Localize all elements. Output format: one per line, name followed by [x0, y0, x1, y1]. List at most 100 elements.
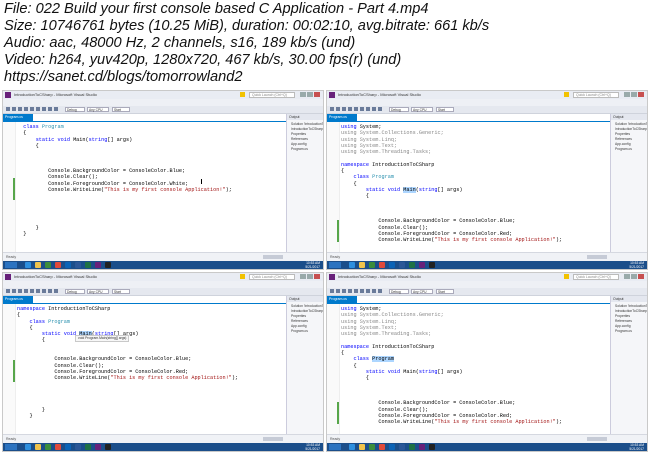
toolbar-icon[interactable] — [348, 289, 352, 293]
maximize-icon[interactable] — [307, 92, 313, 97]
cmd-icon[interactable] — [429, 444, 435, 450]
platform-dropdown[interactable]: Any CPU — [411, 289, 433, 294]
explorer-icon[interactable] — [35, 444, 41, 450]
code-editor[interactable]: using System; using System.Collections.G… — [327, 304, 611, 435]
word-icon[interactable] — [399, 262, 405, 268]
toolbar-icon[interactable] — [54, 289, 58, 293]
solution-item[interactable]: Solution 'IntroductionToCSharp' — [615, 122, 647, 126]
solution-item[interactable]: Properties — [615, 314, 630, 318]
outlook-icon[interactable] — [389, 444, 395, 450]
toolbar-icon[interactable] — [12, 107, 16, 111]
solution-item[interactable]: References — [615, 319, 632, 323]
solution-item[interactable]: Properties — [615, 132, 630, 136]
cmd-icon[interactable] — [429, 262, 435, 268]
toolbar-icon[interactable] — [42, 107, 46, 111]
toolbar-icon[interactable] — [18, 289, 22, 293]
ie-icon[interactable] — [349, 262, 355, 268]
toolbar-icon[interactable] — [6, 107, 10, 111]
solution-item[interactable]: Program.cs — [291, 329, 308, 333]
solution-item[interactable]: References — [291, 319, 308, 323]
toolbar-icon[interactable] — [378, 107, 382, 111]
toolbar-icon[interactable] — [342, 107, 346, 111]
start-menu-icon[interactable] — [5, 444, 17, 450]
toolbar-icon[interactable] — [48, 107, 52, 111]
excel-icon[interactable] — [85, 444, 91, 450]
excel-icon[interactable] — [409, 444, 415, 450]
toolbar-icon[interactable] — [24, 289, 28, 293]
maximize-icon[interactable] — [631, 92, 637, 97]
store-icon[interactable] — [369, 444, 375, 450]
solution-item[interactable]: IntroductionToCSharp — [291, 309, 323, 313]
toolbar-icon[interactable] — [6, 289, 10, 293]
platform-dropdown[interactable]: Any CPU — [87, 107, 109, 112]
toolbar-icon[interactable] — [54, 107, 58, 111]
start-menu-icon[interactable] — [5, 262, 17, 268]
minimize-icon[interactable] — [300, 274, 306, 279]
solution-item[interactable]: App.config — [615, 324, 631, 328]
notification-flag-icon[interactable] — [240, 92, 245, 97]
solution-item[interactable]: Solution 'IntroductionToCSharp' — [291, 304, 323, 308]
close-icon[interactable] — [314, 92, 320, 97]
solution-item[interactable]: App.config — [615, 142, 631, 146]
tab-program-cs[interactable]: Program.cs — [327, 296, 357, 303]
toolbar-icon[interactable] — [42, 289, 46, 293]
toolbar-icon[interactable] — [30, 107, 34, 111]
toolbar-icon[interactable] — [36, 289, 40, 293]
outlook-icon[interactable] — [65, 262, 71, 268]
solution-item[interactable]: Program.cs — [615, 147, 632, 151]
code-editor[interactable]: namespace IntroductionToCSharp { class P… — [3, 304, 287, 435]
toolbar-icon[interactable] — [30, 289, 34, 293]
vs-icon[interactable] — [419, 444, 425, 450]
toolbar-icon[interactable] — [330, 107, 334, 111]
solution-item[interactable]: Program.cs — [291, 147, 308, 151]
solution-item[interactable]: App.config — [291, 142, 307, 146]
toolbar-icon[interactable] — [378, 289, 382, 293]
toolbar-icon[interactable] — [336, 107, 340, 111]
quick-launch-input[interactable]: Quick Launch (Ctrl+Q) — [249, 274, 295, 280]
ie-icon[interactable] — [25, 444, 31, 450]
toolbar-icon[interactable] — [12, 289, 16, 293]
maximize-icon[interactable] — [631, 274, 637, 279]
platform-dropdown[interactable]: Any CPU — [87, 289, 109, 294]
platform-dropdown[interactable]: Any CPU — [411, 107, 433, 112]
chrome-icon[interactable] — [55, 262, 61, 268]
minimize-icon[interactable] — [300, 92, 306, 97]
start-button[interactable]: Start — [112, 107, 130, 112]
vs-icon[interactable] — [419, 262, 425, 268]
store-icon[interactable] — [369, 262, 375, 268]
notification-flag-icon[interactable] — [564, 274, 569, 279]
cmd-icon[interactable] — [105, 444, 111, 450]
close-icon[interactable] — [638, 92, 644, 97]
cmd-icon[interactable] — [105, 262, 111, 268]
word-icon[interactable] — [399, 444, 405, 450]
solution-item[interactable]: Solution 'IntroductionToCSharp' — [615, 304, 647, 308]
solution-item[interactable]: Solution 'IntroductionToCSharp' — [291, 122, 323, 126]
solution-item[interactable]: Properties — [291, 132, 306, 136]
word-icon[interactable] — [75, 444, 81, 450]
tab-program-cs[interactable]: Program.cs — [327, 114, 357, 121]
chrome-icon[interactable] — [55, 444, 61, 450]
minimize-icon[interactable] — [624, 92, 630, 97]
solution-item[interactable]: IntroductionToCSharp — [291, 127, 323, 131]
notification-flag-icon[interactable] — [564, 92, 569, 97]
system-clock[interactable]: 10:53 AM 5/21/2017 — [629, 261, 644, 269]
close-icon[interactable] — [638, 274, 644, 279]
toolbar-icon[interactable] — [330, 289, 334, 293]
outlook-icon[interactable] — [389, 262, 395, 268]
solution-item[interactable]: Program.cs — [615, 329, 632, 333]
toolbar-icon[interactable] — [336, 289, 340, 293]
ie-icon[interactable] — [25, 262, 31, 268]
explorer-icon[interactable] — [359, 262, 365, 268]
code-editor[interactable]: using System; using System.Collections.G… — [327, 122, 611, 253]
system-clock[interactable]: 10:53 AM 5/21/2017 — [629, 443, 644, 451]
start-button[interactable]: Start — [436, 107, 454, 112]
quick-launch-input[interactable]: Quick Launch (Ctrl+Q) — [573, 274, 619, 280]
configuration-dropdown[interactable]: Debug — [65, 289, 85, 294]
toolbar-icon[interactable] — [18, 107, 22, 111]
chrome-icon[interactable] — [379, 262, 385, 268]
chrome-icon[interactable] — [379, 444, 385, 450]
excel-icon[interactable] — [85, 262, 91, 268]
solution-item[interactable]: Properties — [291, 314, 306, 318]
tab-program-cs[interactable]: Program.cs — [3, 296, 33, 303]
notification-flag-icon[interactable] — [240, 274, 245, 279]
